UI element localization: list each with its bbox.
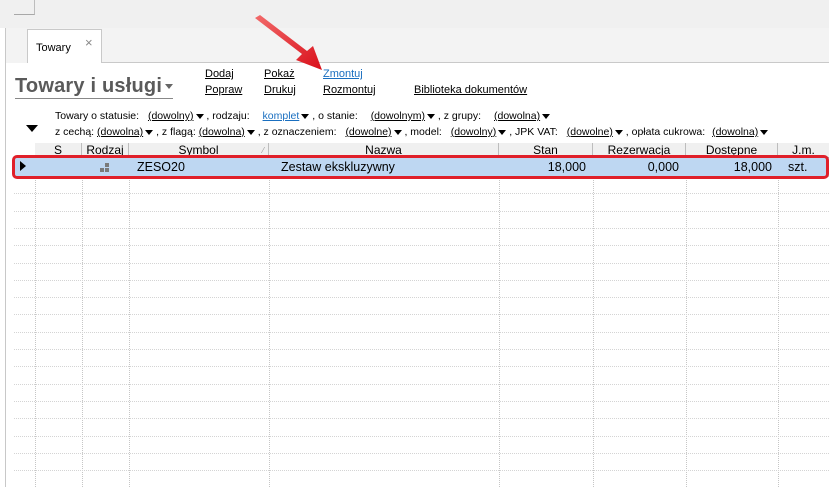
grid-row-line bbox=[14, 453, 829, 454]
close-icon[interactable]: × bbox=[85, 35, 93, 50]
grid-column-line bbox=[82, 158, 83, 487]
filter-state-label: , o stanie: bbox=[312, 110, 358, 122]
grid-row-line bbox=[14, 332, 829, 333]
sort-icon: ⁄ bbox=[262, 146, 264, 155]
grid-row-line bbox=[14, 366, 829, 367]
tab-towary[interactable]: Towary × bbox=[27, 29, 102, 63]
grid-row-line bbox=[14, 280, 829, 281]
chevron-down-icon bbox=[614, 129, 623, 135]
collapse-filters-icon[interactable] bbox=[26, 125, 38, 132]
column-header-kind[interactable]: Rodzaj bbox=[82, 143, 129, 158]
grid-row-line bbox=[14, 263, 829, 264]
grid-column-line bbox=[269, 158, 270, 487]
column-header-stock[interactable]: Stan bbox=[499, 143, 593, 158]
filter-sugar-dropdown[interactable]: (dowolna) bbox=[712, 126, 769, 138]
chevron-down-icon bbox=[542, 113, 551, 119]
filter-flag-dropdown[interactable]: (dowolna) bbox=[199, 126, 255, 138]
chevron-down-icon bbox=[426, 113, 435, 119]
filter-mark-label: , z oznaczeniem: bbox=[257, 126, 337, 138]
tab-label: Towary bbox=[36, 42, 71, 54]
cell-available: 18,000 bbox=[733, 160, 772, 174]
filter-flag-label: , z flagą: bbox=[156, 126, 196, 138]
chevron-down-icon bbox=[393, 129, 402, 135]
filter-status-label: Towary o statusie: bbox=[55, 110, 140, 122]
chevron-down-icon bbox=[195, 113, 204, 119]
grid-row-line bbox=[14, 228, 829, 229]
grid-column-line bbox=[499, 158, 500, 487]
grid-row-line bbox=[14, 245, 829, 246]
row-pointer-icon bbox=[20, 161, 26, 171]
chevron-down-icon bbox=[145, 129, 154, 135]
cell-unit: szt. bbox=[788, 160, 808, 174]
column-header-name[interactable]: Nazwa bbox=[269, 143, 499, 158]
column-header-s[interactable]: S bbox=[35, 143, 82, 158]
filter-state-dropdown[interactable]: (dowolnym) bbox=[371, 110, 435, 122]
chevron-down-icon bbox=[498, 129, 507, 135]
grid-column-line bbox=[35, 158, 36, 487]
cell-symbol: ZESO20 bbox=[137, 160, 185, 174]
chevron-down-icon bbox=[165, 84, 174, 90]
grid-row-line bbox=[14, 418, 829, 419]
grid-row-line bbox=[14, 436, 829, 437]
grid-row-line bbox=[14, 384, 829, 385]
filter-feature-label: z cechą: bbox=[55, 126, 95, 138]
column-header-available[interactable]: Dostępne bbox=[686, 143, 778, 158]
grid-row-line bbox=[14, 470, 829, 471]
grid-row-line bbox=[14, 297, 829, 298]
chevron-down-icon bbox=[760, 129, 769, 135]
filter-feature-dropdown[interactable]: (dowolna) bbox=[97, 126, 154, 138]
print-button[interactable]: Drukuj bbox=[264, 84, 296, 96]
top-bar bbox=[0, 0, 829, 28]
annotation-arrow-icon bbox=[255, 15, 322, 70]
grid-column-line bbox=[686, 158, 687, 487]
filter-group-dropdown[interactable]: (dowolna) bbox=[494, 110, 551, 122]
filter-row-1: Towary o statusie: (dowolny) , rodzaju: … bbox=[55, 110, 551, 122]
grid-row-line bbox=[14, 401, 829, 402]
filter-status-dropdown[interactable]: (dowolny) bbox=[148, 110, 204, 122]
add-button[interactable]: Dodaj bbox=[205, 68, 234, 80]
cell-stock: 18,000 bbox=[547, 160, 586, 174]
grid-row-line bbox=[14, 349, 829, 350]
cell-name: Zestaw ekskluzywny bbox=[281, 160, 395, 174]
grid-row-line bbox=[14, 314, 829, 315]
filter-sugar-label: , opłata cukrowa: bbox=[625, 126, 706, 138]
filter-group-label: , z grupy: bbox=[437, 110, 482, 122]
filter-row-2: z cechą: (dowolna) , z flagą: (dowolna) … bbox=[55, 126, 769, 138]
column-header-indicator bbox=[14, 0, 35, 15]
filter-kind-label: , rodzaju: bbox=[206, 110, 250, 122]
grid-row-line bbox=[14, 193, 829, 194]
filter-model-label: , model: bbox=[404, 126, 442, 138]
column-header-reserved[interactable]: Rezerwacja bbox=[593, 143, 686, 158]
grid-column-line bbox=[593, 158, 594, 487]
document-library-button[interactable]: Biblioteka dokumentów bbox=[414, 84, 527, 96]
window: Towary × Towary i usługi Dodaj Pokaż Zmo… bbox=[0, 0, 829, 487]
filter-jpk-dropdown[interactable]: (dowolne) bbox=[567, 126, 623, 138]
filter-jpk-label: , JPK VAT: bbox=[509, 126, 558, 138]
filter-mark-dropdown[interactable]: (dowolne) bbox=[345, 126, 402, 138]
grid-column-line bbox=[129, 158, 130, 487]
chevron-down-icon bbox=[246, 129, 255, 135]
filter-kind-dropdown[interactable]: komplet bbox=[263, 110, 310, 122]
disassemble-button[interactable]: Rozmontuj bbox=[323, 84, 376, 96]
chevron-down-icon bbox=[301, 113, 310, 119]
set-kind-icon bbox=[100, 163, 109, 172]
cell-reserved: 0,000 bbox=[647, 160, 679, 174]
grid-column-line bbox=[778, 158, 779, 487]
edit-button[interactable]: Popraw bbox=[205, 84, 242, 96]
grid-row-line bbox=[14, 176, 829, 177]
filter-model-dropdown[interactable]: (dowolny) bbox=[451, 126, 507, 138]
grid-row-line bbox=[14, 211, 829, 212]
column-header-unit[interactable]: J.m. bbox=[778, 143, 829, 158]
column-header-symbol[interactable]: Symbol ⁄ bbox=[129, 143, 269, 158]
page-title[interactable]: Towary i usługi bbox=[15, 74, 174, 99]
